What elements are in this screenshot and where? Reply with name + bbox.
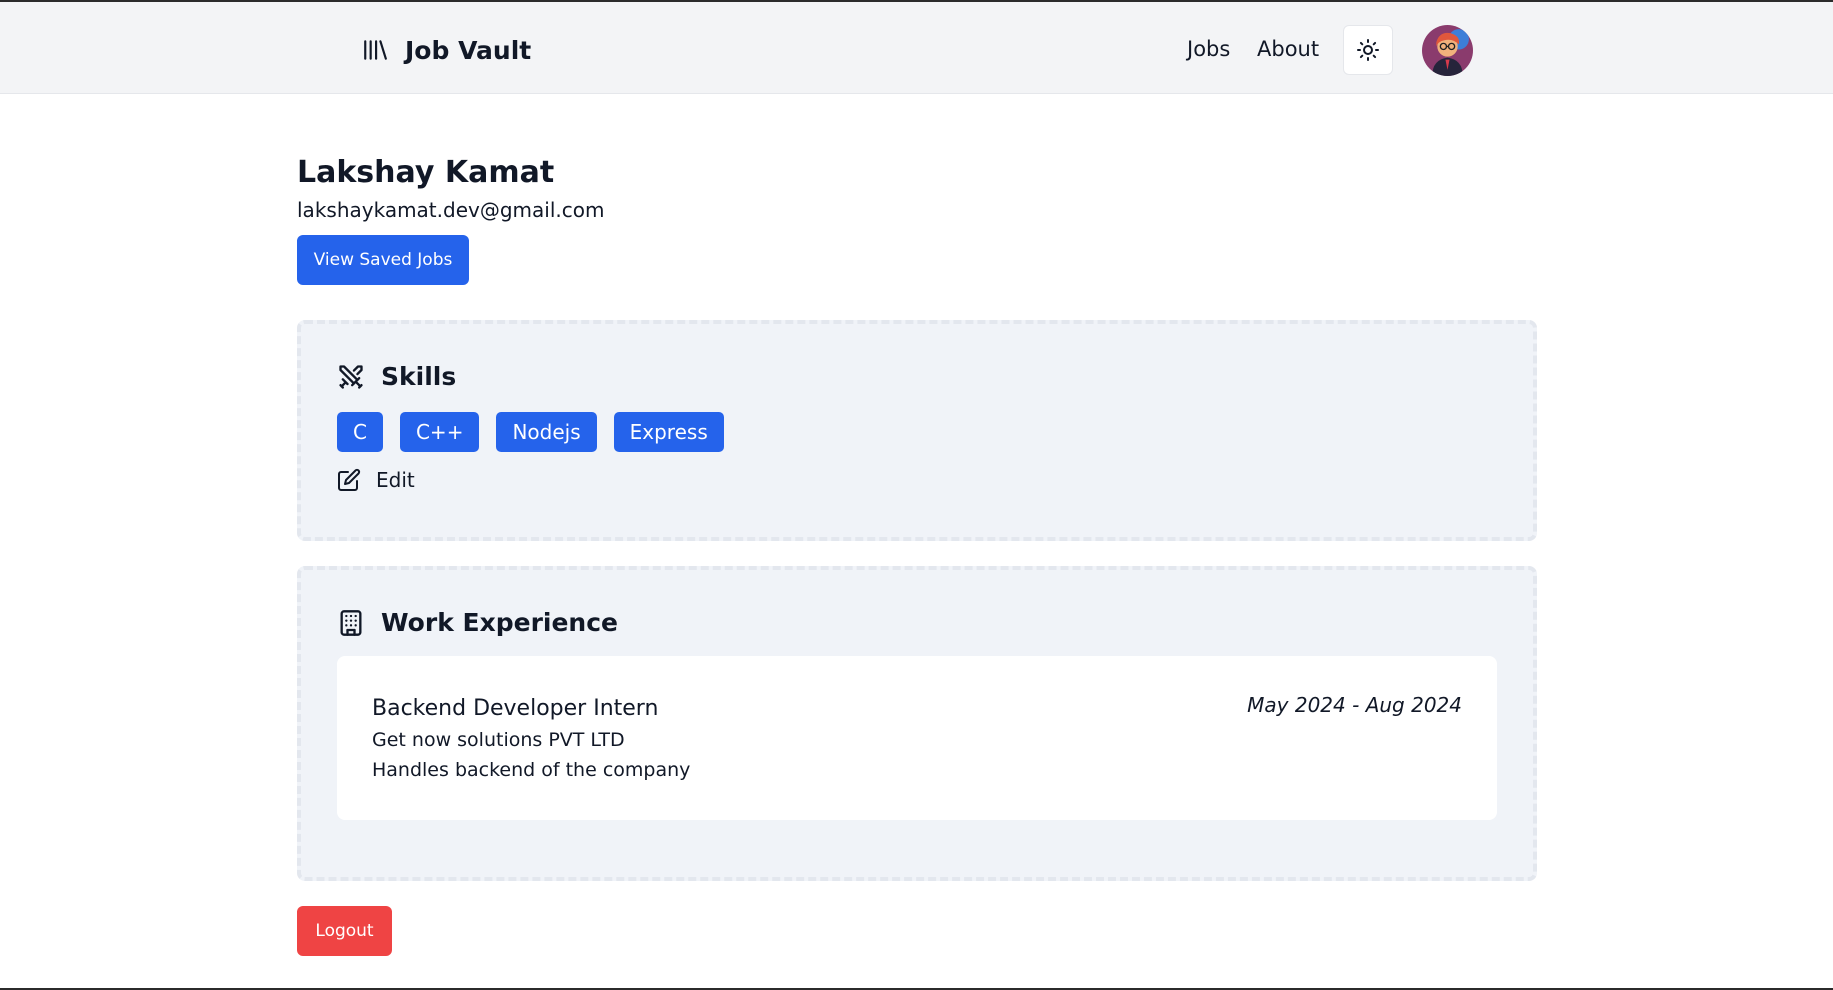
work-experience-card: Work Experience Backend Developer Intern…	[297, 566, 1537, 881]
experience-description: Handles backend of the company	[372, 759, 691, 781]
experience-company: Get now solutions PVT LTD	[372, 729, 625, 751]
profile-email: lakshaykamat.dev@gmail.com	[297, 198, 605, 222]
nav-link-about[interactable]: About	[1257, 37, 1319, 61]
skill-tag[interactable]: C++	[399, 412, 480, 452]
theme-toggle-button[interactable]	[1343, 25, 1393, 75]
edit-label: Edit	[376, 468, 415, 492]
brand-name: Job Vault	[405, 35, 532, 65]
skill-tag[interactable]: Express	[613, 412, 724, 452]
navbar: Job Vault Jobs About	[0, 2, 1833, 94]
skill-tag[interactable]: C	[337, 412, 383, 452]
skill-list: C C++ Nodejs Express	[337, 412, 724, 452]
logout-button[interactable]: Logout	[297, 906, 392, 956]
skills-header: Skills	[337, 362, 456, 391]
skills-title: Skills	[381, 362, 457, 391]
brand[interactable]: Job Vault	[362, 32, 531, 68]
skills-card: Skills C C++ Nodejs Express Edit	[297, 320, 1537, 541]
experience-dates: May 2024 - Aug 2024	[1247, 693, 1462, 717]
work-experience-header: Work Experience	[337, 608, 618, 637]
profile-name: Lakshay Kamat	[297, 155, 555, 190]
edit-icon	[338, 468, 361, 491]
user-avatar[interactable]	[1422, 25, 1473, 76]
view-saved-jobs-button[interactable]: View Saved Jobs	[297, 235, 469, 285]
nav-link-jobs[interactable]: Jobs	[1187, 37, 1230, 61]
building-icon	[340, 609, 362, 636]
experience-role: Backend Developer Intern	[372, 696, 659, 721]
sun-icon	[1357, 39, 1379, 61]
work-experience-title: Work Experience	[381, 608, 618, 637]
skill-tag[interactable]: Nodejs	[496, 412, 597, 452]
crossed-swords-icon	[339, 364, 363, 389]
edit-skills-button[interactable]: Edit	[337, 468, 415, 492]
library-icon	[364, 40, 387, 60]
experience-item: Backend Developer Intern Get now solutio…	[337, 656, 1497, 820]
